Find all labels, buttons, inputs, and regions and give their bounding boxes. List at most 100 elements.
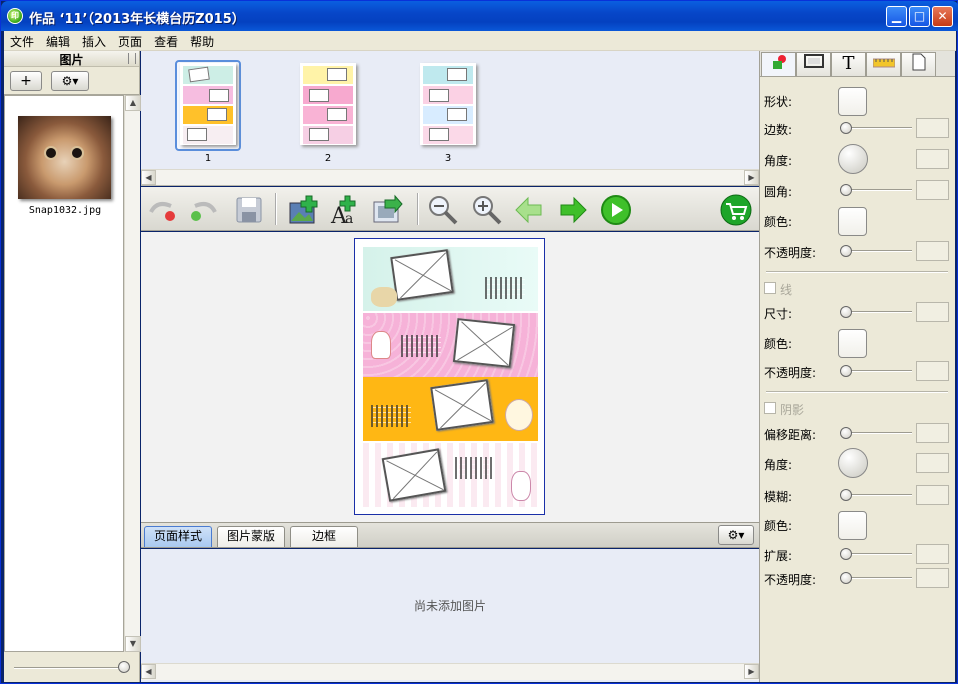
shadow-offset-input[interactable] [916, 423, 949, 443]
photo-filename: Snap1032.jpg [28, 205, 102, 216]
style-gallery[interactable]: 尚未添加图片 ◀ ▶ [141, 549, 759, 682]
shadow-angle-input[interactable] [916, 453, 949, 473]
line-size-input[interactable] [916, 302, 949, 322]
menu-page[interactable]: 页面 [112, 31, 148, 51]
menu-insert[interactable]: 插入 [76, 31, 112, 51]
replace-photo-icon[interactable] [371, 194, 403, 226]
photo-placeholder[interactable] [430, 379, 494, 431]
section-divider [766, 271, 948, 273]
photo-placeholder[interactable] [452, 318, 516, 368]
menu-view[interactable]: 查看 [148, 31, 184, 51]
maximize-button[interactable]: □ [909, 6, 930, 27]
line-size-slider[interactable] [840, 306, 912, 318]
photo-thumbnail[interactable] [18, 116, 111, 199]
opacity-slider[interactable] [840, 245, 912, 257]
line-opacity-input[interactable] [916, 361, 949, 381]
angle-row: 角度: [764, 144, 952, 174]
photo-settings-button[interactable]: ⚙▾ [51, 71, 89, 91]
minimize-button[interactable]: ▁ [886, 6, 907, 27]
calendar-band [363, 377, 538, 441]
scroll-down-icon[interactable]: ▼ [125, 636, 141, 652]
undo-icon[interactable] [147, 194, 179, 226]
style-settings-button[interactable]: ⚙▾ [718, 525, 754, 545]
shadow-opacity-slider[interactable] [840, 572, 912, 584]
zoom-out-icon[interactable] [427, 194, 459, 226]
photo-list-scrollbar[interactable]: ▲ ▼ [124, 95, 141, 652]
page-thumbnail[interactable] [420, 63, 476, 145]
spread-slider[interactable] [840, 548, 912, 560]
tab-photo-mask[interactable]: 图片蒙版 [217, 526, 285, 547]
play-icon[interactable] [600, 194, 632, 226]
photo-list[interactable]: Snap1032.jpg [4, 95, 124, 652]
page-icon[interactable] [901, 52, 936, 76]
shape-icon[interactable] [761, 52, 796, 76]
corner-input[interactable] [916, 180, 949, 200]
next-page-icon[interactable] [557, 194, 589, 226]
line-color-label: 颜色: [764, 337, 793, 351]
scroll-right-icon[interactable]: ▶ [744, 664, 759, 679]
tab-page-style[interactable]: 页面样式 [144, 526, 212, 547]
add-photo-icon[interactable] [287, 194, 319, 226]
calendar-grid [455, 457, 495, 479]
tab-border[interactable]: 边框 [290, 526, 358, 547]
corner-slider[interactable] [840, 184, 912, 196]
page-canvas[interactable] [141, 232, 759, 522]
sides-label: 边数: [764, 123, 793, 137]
scroll-up-icon[interactable]: ▲ [125, 95, 141, 111]
title-bar[interactable]: 印 作品 ‘11’（2013年长横台历Z015） ▁ □ ✕ [1, 1, 958, 31]
blur-label: 模糊: [764, 490, 793, 504]
menu-help[interactable]: 帮助 [184, 31, 220, 51]
page-thumbnail[interactable] [180, 63, 236, 145]
redo-icon[interactable] [187, 194, 219, 226]
save-icon[interactable] [233, 194, 265, 226]
previous-page-icon[interactable] [513, 194, 545, 226]
opacity-input[interactable] [916, 241, 949, 261]
scroll-right-icon[interactable]: ▶ [744, 170, 759, 185]
add-photo-button[interactable]: + [10, 71, 42, 91]
panel-grip-icon[interactable] [128, 53, 136, 64]
offset-label: 偏移距离: [764, 428, 817, 442]
sides-input[interactable] [916, 118, 949, 138]
shadow-offset-slider[interactable] [840, 427, 912, 439]
line-opacity-slider[interactable] [840, 365, 912, 377]
shadow-angle-dial[interactable] [838, 448, 868, 478]
text-tab-icon[interactable]: T [831, 52, 866, 76]
gallery-scrollbar[interactable]: ◀ ▶ [141, 663, 759, 680]
add-text-icon[interactable]: Aa [329, 194, 361, 226]
sides-slider[interactable] [840, 122, 912, 134]
zoom-in-icon[interactable] [471, 194, 503, 226]
photo-placeholder[interactable] [390, 249, 454, 301]
page-thumbnail[interactable] [300, 63, 356, 145]
spread-input[interactable] [916, 544, 949, 564]
slider-knob[interactable] [118, 661, 130, 673]
shadow-checkbox[interactable] [764, 402, 776, 414]
calendar-page-preview[interactable] [354, 238, 545, 515]
cart-icon[interactable] [720, 194, 752, 226]
shadow-opacity-input[interactable] [916, 568, 949, 588]
blur-input[interactable] [916, 485, 949, 505]
menu-file[interactable]: 文件 [4, 31, 40, 51]
slider-track [14, 667, 129, 669]
line-color-picker[interactable] [838, 329, 867, 358]
shadow-offset-row: 偏移距离: [764, 422, 952, 444]
empty-message: 尚未添加图片 [413, 599, 486, 613]
shadow-color-picker[interactable] [838, 511, 867, 540]
thumbnail-scrollbar[interactable]: ◀ ▶ [141, 169, 759, 185]
calendar-grid [485, 277, 525, 299]
frame-icon[interactable] [796, 52, 831, 76]
angle-input[interactable] [916, 149, 949, 169]
photo-placeholder[interactable] [381, 448, 447, 502]
shadow-opacity-label: 不透明度: [764, 573, 817, 587]
ruler-icon[interactable] [866, 52, 901, 76]
scroll-left-icon[interactable]: ◀ [141, 664, 156, 679]
blur-slider[interactable] [840, 489, 912, 501]
scroll-left-icon[interactable]: ◀ [141, 170, 156, 185]
shape-picker[interactable] [838, 87, 867, 116]
photo-panel-header: 图片 [4, 51, 139, 67]
close-button[interactable]: ✕ [932, 6, 953, 27]
fill-color-picker[interactable] [838, 207, 867, 236]
angle-dial[interactable] [838, 144, 868, 174]
line-checkbox[interactable] [764, 282, 776, 294]
menu-edit[interactable]: 编辑 [40, 31, 76, 51]
thumbnail-size-slider[interactable] [14, 661, 130, 675]
